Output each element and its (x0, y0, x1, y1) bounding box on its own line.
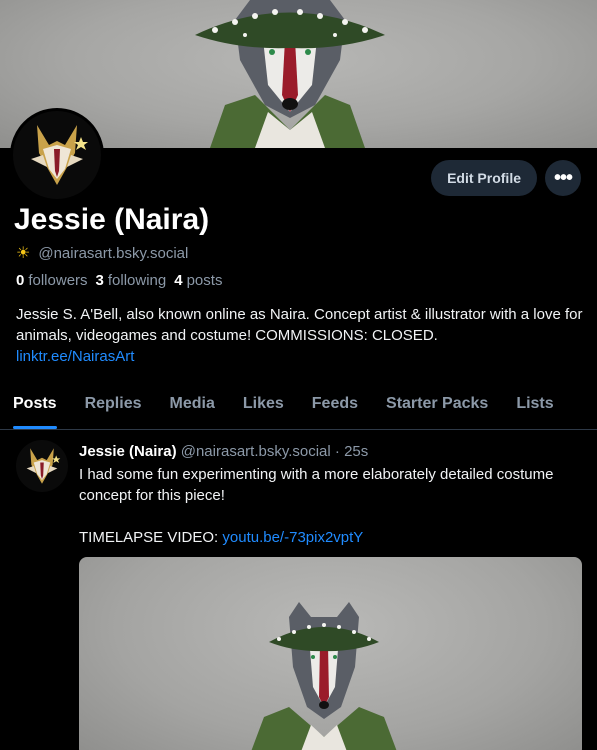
post-author-handle[interactable]: @nairasart.bsky.social (181, 443, 331, 460)
post-author-name[interactable]: Jessie (Naira) (79, 443, 177, 460)
post-text-line: I had some fun experimenting with a more… (79, 466, 554, 504)
tab-feeds[interactable]: Feeds (312, 390, 358, 429)
edit-profile-button[interactable]: Edit Profile (431, 160, 537, 196)
tab-posts[interactable]: Posts (13, 390, 57, 429)
tab-likes[interactable]: Likes (243, 390, 284, 429)
profile-stats: 0 followers 3 following 4 posts (16, 272, 224, 289)
profile-avatar[interactable] (10, 108, 104, 202)
bio-link[interactable]: linktr.ee/NairasArt (16, 346, 586, 367)
tab-replies[interactable]: Replies (85, 390, 142, 429)
following-stat[interactable]: 3 following (96, 272, 167, 289)
feed-post[interactable]: Jessie (Naira) @nairasart.bsky.social · … (0, 430, 597, 750)
post-separator: · (334, 443, 340, 460)
post-author-avatar[interactable] (16, 440, 68, 492)
posts-label: posts (186, 272, 223, 289)
followers-stat[interactable]: 0 followers (16, 272, 88, 289)
tab-starter-packs[interactable]: Starter Packs (386, 390, 488, 429)
followers-label: followers (28, 272, 88, 289)
profile-actions: Edit Profile ••• (431, 160, 581, 196)
profile-bio: Jessie S. A'Bell, also known online as N… (16, 304, 586, 367)
post-timelapse-line: TIMELAPSE VIDEO: youtu.be/-73pix2vptY (79, 527, 584, 548)
timelapse-link[interactable]: youtu.be/-73pix2vptY (222, 529, 363, 546)
post-timestamp[interactable]: 25s (344, 443, 368, 460)
post-body: I had some fun experimenting with a more… (79, 464, 584, 548)
bio-text: Jessie S. A'Bell, also known online as N… (16, 306, 583, 344)
following-count: 3 (95, 272, 104, 289)
avatar-logo-icon (13, 111, 101, 199)
sun-icon: ☀ (16, 245, 31, 262)
profile-handle[interactable]: @nairasart.bsky.social (38, 245, 188, 262)
followers-count: 0 (16, 272, 25, 289)
more-options-button[interactable]: ••• (545, 160, 581, 196)
profile-tabs: Posts Replies Media Likes Feeds Starter … (0, 390, 597, 430)
tab-media[interactable]: Media (170, 390, 215, 429)
posts-count: 4 (174, 272, 183, 289)
avatar-logo-icon (16, 440, 68, 492)
tab-lists[interactable]: Lists (516, 390, 553, 429)
profile-handle-row: ☀ @nairasart.bsky.social (16, 243, 188, 263)
timelapse-label: TIMELAPSE VIDEO: (79, 529, 219, 546)
post-image[interactable] (79, 557, 582, 750)
profile-display-name: Jessie (Naira) (14, 203, 210, 236)
post-wolf-illustration (251, 602, 397, 750)
posts-stat: 4 posts (174, 272, 222, 289)
post-header: Jessie (Naira) @nairasart.bsky.social · … (79, 443, 368, 460)
following-label: following (107, 272, 167, 289)
